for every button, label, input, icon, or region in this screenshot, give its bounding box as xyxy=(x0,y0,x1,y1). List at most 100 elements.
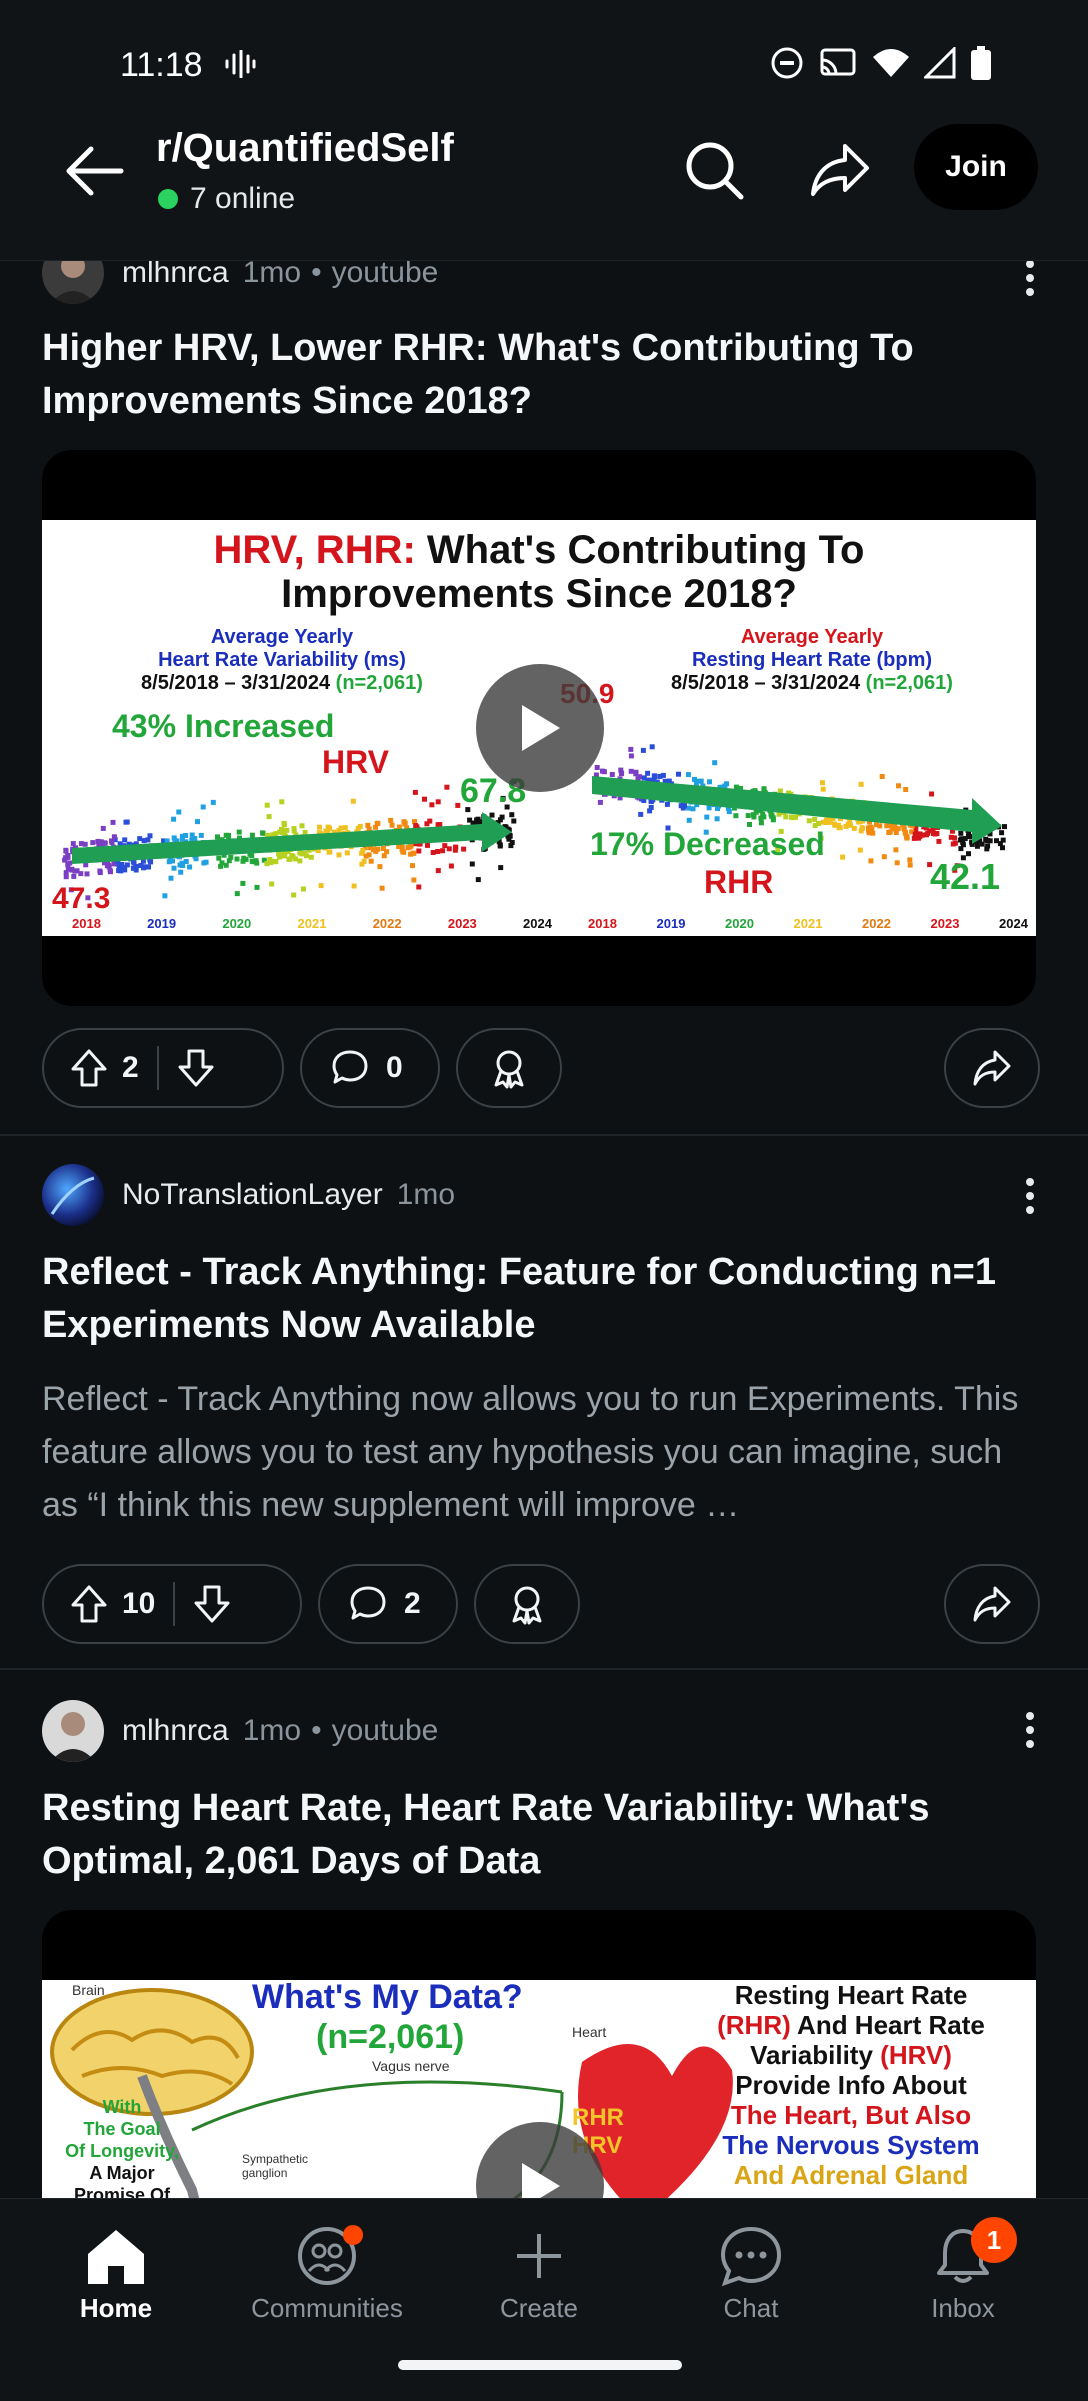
post-source[interactable]: youtube xyxy=(332,256,439,290)
back-button[interactable] xyxy=(60,136,130,206)
scatter-dot xyxy=(90,840,96,846)
author-name[interactable]: mlhnrca xyxy=(122,256,229,290)
post-age: 1mo xyxy=(242,256,302,289)
comments-button[interactable]: 0 xyxy=(300,1028,440,1108)
more-options-button[interactable] xyxy=(1010,1700,1050,1760)
scatter-dot xyxy=(351,883,357,889)
scatter-dot xyxy=(277,829,283,835)
scatter-dot xyxy=(187,864,193,870)
scatter-dot xyxy=(628,753,634,759)
join-button[interactable]: Join xyxy=(914,124,1038,210)
share-subreddit-button[interactable] xyxy=(800,130,880,210)
more-options-button[interactable] xyxy=(1010,1166,1050,1226)
scatter-dot xyxy=(440,848,446,854)
scatter-dot xyxy=(707,779,712,785)
nav-home[interactable]: Home xyxy=(26,2219,206,2324)
scatter-dot xyxy=(326,849,332,855)
avatar[interactable] xyxy=(42,1164,104,1226)
nav-create[interactable]: Create xyxy=(449,2219,629,2324)
subreddit-title[interactable]: r/QuantifiedSelf xyxy=(156,126,454,171)
scatter-dot xyxy=(435,799,441,805)
upvote-icon xyxy=(71,1049,107,1087)
scatter-dot xyxy=(974,843,980,849)
thumb-goal-text: With The Goal Of Longevity, A Major Prom… xyxy=(65,2097,179,2205)
share-post-button[interactable] xyxy=(944,1028,1040,1108)
scatter-dot xyxy=(291,826,297,832)
post-source[interactable]: youtube xyxy=(332,1714,439,1748)
gesture-home-bar[interactable] xyxy=(398,2360,682,2370)
author-name[interactable]: mlhnrca xyxy=(122,1714,229,1748)
nav-chat[interactable]: Chat xyxy=(661,2219,841,2324)
video-thumbnail[interactable]: HRV, RHR: What's Contributing To Improve… xyxy=(42,450,1036,1006)
downvote-button[interactable] xyxy=(193,1584,231,1624)
scatter-dot xyxy=(108,869,113,875)
scatter-dot xyxy=(840,854,846,860)
scatter-dot xyxy=(338,825,344,831)
scatter-dot xyxy=(987,838,993,844)
share-icon xyxy=(973,1050,1011,1086)
award-button[interactable] xyxy=(474,1564,580,1644)
post-title[interactable]: Reflect - Track Anything: Feature for Co… xyxy=(42,1246,1002,1352)
scatter-dot xyxy=(600,768,605,774)
scatter-dot xyxy=(124,819,130,825)
scatter-dot xyxy=(234,856,240,862)
scatter-dot xyxy=(350,798,356,804)
scatter-dot xyxy=(133,863,139,869)
scatter-dot xyxy=(758,820,764,826)
vote-divider xyxy=(156,1046,159,1090)
scatter-dot xyxy=(903,787,909,792)
scatter-dot xyxy=(360,848,366,853)
share-post-button[interactable] xyxy=(944,1564,1040,1644)
scatter-dot xyxy=(881,854,887,860)
thumb-left-stat-1: 43% Increased xyxy=(112,708,335,744)
scatter-dot xyxy=(628,746,634,752)
scatter-dot xyxy=(411,877,417,883)
cast-icon xyxy=(818,46,858,80)
scatter-dot xyxy=(171,865,177,871)
play-button[interactable] xyxy=(476,664,604,792)
scatter-dot xyxy=(511,818,517,824)
nav-communities[interactable]: Communities xyxy=(237,2219,417,2324)
downvote-button[interactable] xyxy=(177,1048,215,1088)
scatter-dot xyxy=(868,824,874,830)
post-body-preview[interactable]: Reflect - Track Anything now allows you … xyxy=(42,1373,1032,1532)
upvote-button[interactable] xyxy=(70,1048,108,1088)
upvote-count: 2 xyxy=(122,1051,139,1084)
author-name[interactable]: NoTranslationLayer xyxy=(122,1178,383,1212)
scatter-dot xyxy=(308,854,314,860)
scatter-dot xyxy=(236,829,242,835)
scatter-dot xyxy=(302,829,308,835)
scatter-dot xyxy=(790,815,796,821)
scatter-dot xyxy=(497,842,503,848)
scatter-dot xyxy=(411,850,417,856)
scatter-dot xyxy=(97,870,103,876)
scatter-dot xyxy=(145,837,151,843)
audio-wave-icon xyxy=(224,50,256,78)
award-button[interactable] xyxy=(456,1028,562,1108)
scatter-dot xyxy=(412,789,418,795)
vote-control: 2 xyxy=(42,1028,284,1108)
scatter-dot xyxy=(664,801,670,807)
post-title[interactable]: Higher HRV, Lower RHR: What's Contributi… xyxy=(42,322,1002,428)
comments-button[interactable]: 2 xyxy=(318,1564,458,1644)
downvote-icon xyxy=(194,1585,230,1623)
scatter-dot xyxy=(884,823,890,829)
post-title[interactable]: Resting Heart Rate, Heart Rate Variabili… xyxy=(42,1782,1002,1888)
scatter-dot xyxy=(435,849,441,854)
more-vertical-icon xyxy=(1026,260,1034,296)
scatter-dot xyxy=(254,884,260,890)
scatter-dot xyxy=(477,819,483,825)
scatter-dot xyxy=(171,816,177,822)
upvote-count: 10 xyxy=(122,1587,156,1620)
scatter-dot xyxy=(269,881,275,887)
scatter-dot xyxy=(958,830,964,836)
upvote-button[interactable] xyxy=(70,1584,108,1624)
more-vertical-icon xyxy=(1026,1712,1034,1748)
search-button[interactable] xyxy=(674,130,754,210)
nav-inbox[interactable]: 1 Inbox xyxy=(873,2217,1053,2324)
scatter-dot xyxy=(680,805,686,811)
scatter-dot xyxy=(896,783,901,789)
scatter-dot xyxy=(714,816,720,822)
avatar[interactable] xyxy=(42,1700,104,1762)
upvote-icon xyxy=(71,1585,107,1623)
